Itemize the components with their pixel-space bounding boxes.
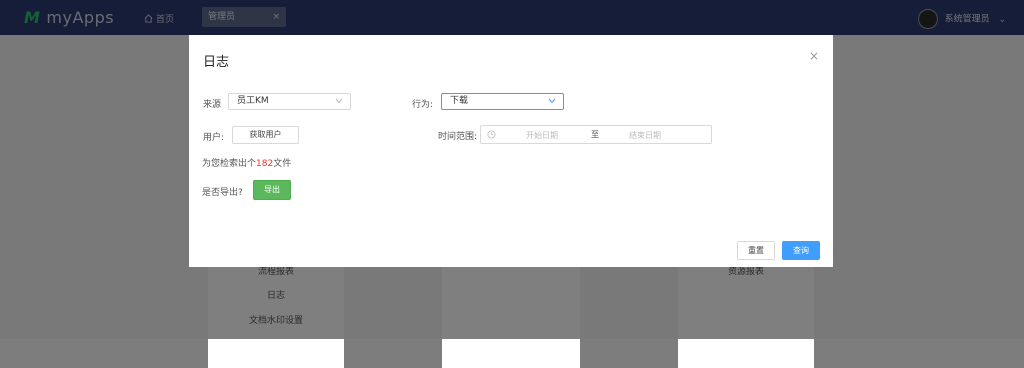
log-dialog: 日志 × 来源 员工KM 行为: 下载 用户: 获取用户 时间范围: 开始日期 … — [189, 35, 833, 267]
source-value: 员工KM — [237, 96, 269, 106]
end-date-input[interactable]: 结束日期 — [629, 130, 661, 141]
date-range-picker[interactable]: 开始日期 至 结束日期 — [480, 125, 712, 144]
source-select[interactable]: 员工KM — [228, 93, 351, 110]
export-question: 是否导出? — [202, 188, 243, 198]
result-count: 182 — [256, 159, 274, 169]
chevron-down-icon — [548, 98, 556, 104]
search-button[interactable]: 查询 — [782, 241, 820, 260]
result-summary: 为您检索出个182文件 — [202, 156, 291, 169]
close-icon[interactable]: × — [809, 49, 819, 63]
clock-icon — [487, 130, 496, 139]
result-suffix: 文件 — [273, 159, 292, 169]
result-prefix: 为您检索出个 — [202, 159, 257, 169]
time-range-label: 时间范围: — [438, 132, 478, 142]
reset-button[interactable]: 重置 — [737, 241, 775, 260]
range-separator: 至 — [591, 130, 599, 139]
action-value: 下载 — [450, 96, 469, 106]
source-label: 来源 — [203, 100, 222, 110]
action-label: 行为: — [412, 100, 434, 110]
chevron-down-icon — [335, 98, 343, 104]
export-button[interactable]: 导出 — [253, 180, 291, 200]
user-label: 用户: — [203, 133, 225, 143]
start-date-input[interactable]: 开始日期 — [526, 130, 558, 141]
get-user-button[interactable]: 获取用户 — [232, 126, 299, 144]
action-select[interactable]: 下载 — [441, 93, 564, 110]
dialog-title: 日志 — [203, 55, 230, 70]
